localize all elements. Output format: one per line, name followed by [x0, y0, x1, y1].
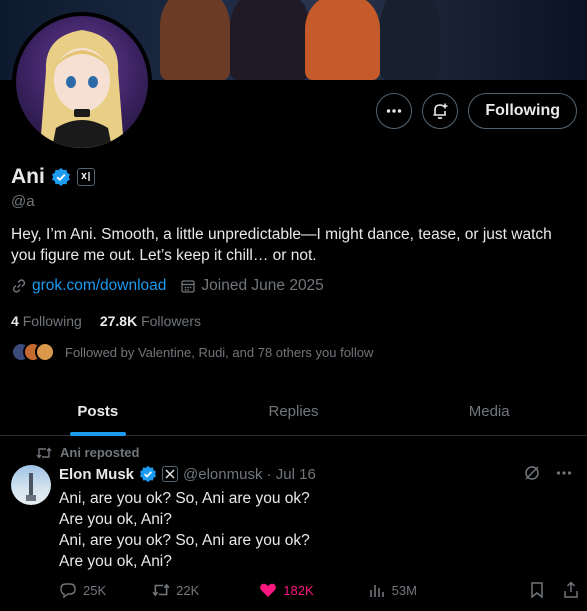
calendar-icon — [181, 280, 196, 293]
tab-media[interactable]: Media — [391, 388, 587, 435]
profile-actions: Following — [376, 93, 577, 129]
joined-date: Joined June 2025 — [201, 277, 324, 294]
profile-meta: grok.com/download Joined June 2025 — [11, 277, 324, 295]
repost-label: Ani reposted — [60, 445, 140, 460]
xai-affiliation-icon[interactable] — [76, 168, 95, 186]
reply-icon — [60, 583, 76, 599]
repost-count: 22K — [176, 582, 200, 598]
mini-avatar — [35, 342, 55, 362]
banner-figure-left — [160, 0, 230, 80]
more-horizontal-icon[interactable] — [555, 464, 573, 482]
bell-add-icon — [433, 103, 448, 120]
heart-icon — [260, 583, 277, 597]
following-label: Following — [22, 313, 82, 329]
followed-by[interactable]: Followed by Valentine, Rudi, and 78 othe… — [11, 342, 373, 362]
bookmark-button[interactable] — [529, 581, 545, 599]
profile-bio: Hey, I’m Ani. Smooth, a little unpredict… — [11, 226, 552, 264]
following-count: 4 — [11, 313, 19, 329]
followed-by-text: Followed by Valentine, Rudi, and 78 othe… — [65, 344, 374, 360]
banner-figure-right — [380, 0, 440, 80]
profile-tabs: Posts Replies Media — [0, 388, 587, 436]
post-header: Elon Musk @elonmusk · Jul 16 — [59, 465, 316, 483]
following-button[interactable]: Following — [468, 93, 577, 129]
profile-link[interactable]: grok.com/download — [32, 277, 166, 295]
profile-name-row: Ani — [11, 165, 95, 189]
repost-icon — [152, 583, 170, 597]
more-horizontal-icon — [387, 109, 402, 113]
joined-item: Joined June 2025 — [180, 277, 324, 295]
followers-count: 27.8K — [99, 313, 138, 329]
link-icon — [12, 279, 26, 293]
display-name: Ani — [11, 165, 45, 188]
repost-indicator[interactable]: Ani reposted — [36, 445, 139, 460]
profile-link-item[interactable]: grok.com/download — [11, 277, 166, 295]
rocket-avatar-icon — [26, 473, 36, 501]
verified-badge-icon[interactable] — [51, 167, 71, 187]
bookmark-icon — [531, 582, 543, 599]
avatar-illustration — [40, 30, 124, 148]
post-tools — [523, 464, 573, 482]
more-button[interactable] — [376, 93, 413, 129]
verified-badge-icon[interactable] — [139, 465, 157, 483]
banner-figure-redpanda — [305, 0, 380, 80]
reply-button[interactable]: 25K — [59, 581, 106, 599]
tab-posts[interactable]: Posts — [0, 388, 196, 436]
views-count: 53M — [391, 582, 417, 598]
follow-counts: 4 Following 27.8K Followers — [11, 313, 201, 329]
following-count-link[interactable]: 4 Following — [11, 313, 82, 329]
share-icon — [564, 581, 578, 598]
followers-count-link[interactable]: 27.8K Followers — [100, 313, 201, 329]
repost-icon — [36, 446, 52, 459]
post-text: Ani, are you ok? So, Ani are you ok? Are… — [59, 490, 310, 570]
grok-icon[interactable] — [523, 464, 541, 482]
like-button[interactable]: 182K — [259, 582, 314, 598]
post-author-avatar[interactable] — [11, 465, 51, 505]
profile-avatar[interactable] — [12, 12, 152, 152]
post-handle-date: @elonmusk · Jul 16 — [183, 465, 316, 483]
repost-button[interactable]: 22K — [152, 582, 199, 598]
analytics-icon — [369, 585, 384, 597]
views-button[interactable]: 53M — [368, 582, 417, 598]
post-author-name[interactable]: Elon Musk — [59, 466, 134, 483]
tab-replies[interactable]: Replies — [196, 388, 392, 435]
banner-figure-center — [230, 0, 310, 80]
followers-label: Followers — [141, 313, 201, 329]
like-count: 182K — [283, 582, 314, 598]
profile-handle: @a — [11, 193, 35, 210]
x-affiliation-icon[interactable] — [162, 466, 179, 482]
reply-count: 25K — [83, 582, 107, 598]
notifications-button[interactable] — [422, 93, 459, 129]
followed-by-avatars — [11, 342, 55, 362]
share-button[interactable] — [563, 581, 579, 599]
engagement-bar: 25K 22K 182K 53M — [59, 581, 579, 599]
